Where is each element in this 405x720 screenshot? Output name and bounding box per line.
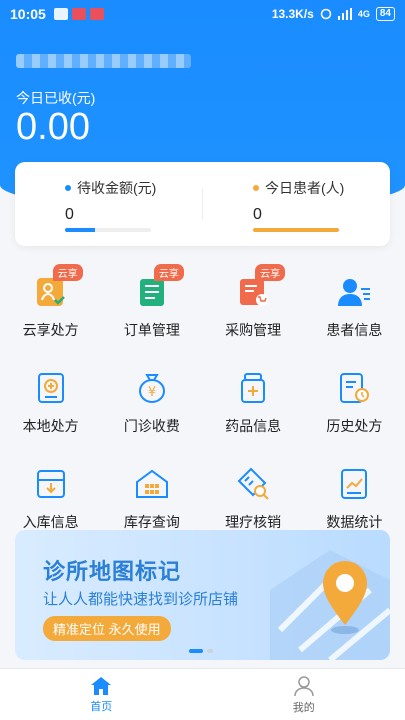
inventory-query-icon xyxy=(135,469,168,498)
carousel-dot[interactable] xyxy=(207,649,213,653)
therapy-writeoff-icon xyxy=(237,467,269,500)
clinic-name-blurred xyxy=(16,54,191,68)
stat-label: 待收金额(元) xyxy=(77,180,157,196)
status-bar: 10:05 13.3K/s 4G 84 xyxy=(0,0,405,28)
tile-label: 库存查询 xyxy=(123,514,180,530)
statistics-icon xyxy=(341,469,368,499)
tile-label: 门诊收费 xyxy=(123,418,180,434)
banner-pill: 精准定位 永久使用 xyxy=(43,616,171,641)
feature-grid: 云享 云享处方 云享 订单管理 云享 采购管理 患者信息 本地处方 ¥ 门诊收费… xyxy=(0,264,405,532)
tile-label: 云享处方 xyxy=(22,322,79,338)
tile-label: 患者信息 xyxy=(326,322,383,338)
tile-label: 历史处方 xyxy=(326,418,383,434)
tile-badge: 云享 xyxy=(153,264,184,281)
carousel-indicator xyxy=(189,649,213,653)
stock-in-icon xyxy=(36,470,65,498)
tile-outpatient-fee[interactable]: ¥ 门诊收费 xyxy=(101,368,202,436)
tile-inventory-query[interactable]: 库存查询 xyxy=(101,464,202,532)
network-type: 4G xyxy=(357,9,370,19)
stat-progress-bar xyxy=(253,228,339,232)
tile-label: 采购管理 xyxy=(225,322,282,338)
status-time: 10:05 xyxy=(10,6,46,22)
tile-purchase-management[interactable]: 云享 采购管理 xyxy=(203,264,304,340)
banner-title: 诊所地图标记 xyxy=(43,559,182,584)
tab-label: 首页 xyxy=(90,700,113,713)
svg-text:¥: ¥ xyxy=(148,385,156,400)
tile-therapy-writeoff[interactable]: 理疗核销 xyxy=(203,464,304,532)
alarm-icon xyxy=(320,8,332,20)
tab-profile[interactable]: 我的 xyxy=(203,669,405,720)
local-prescription-icon xyxy=(37,373,64,403)
tile-label: 数据统计 xyxy=(326,514,383,530)
app-notification-icon xyxy=(71,8,86,20)
outpatient-fee-icon: ¥ xyxy=(138,374,165,403)
notification-icon xyxy=(53,8,68,20)
net-speed: 13.3K/s xyxy=(271,7,314,21)
tile-local-prescription[interactable]: 本地处方 xyxy=(0,368,101,436)
tile-patient-info[interactable]: 患者信息 xyxy=(304,272,405,340)
tile-history-prescription[interactable]: 历史处方 xyxy=(304,368,405,436)
tile-label: 订单管理 xyxy=(123,322,180,338)
history-prescription-icon xyxy=(340,373,370,403)
tile-order-management[interactable]: 云享 订单管理 xyxy=(101,264,202,340)
app-notification-icon xyxy=(89,8,104,20)
tile-badge: 云享 xyxy=(255,264,286,281)
today-received-value: 0.00 xyxy=(16,106,90,148)
map-pin-icon xyxy=(270,550,390,660)
stat-label: 今日患者(人) xyxy=(265,180,345,196)
tile-stock-in[interactable]: 入库信息 xyxy=(0,464,101,532)
tile-label: 入库信息 xyxy=(22,514,79,530)
stat-pending-amount[interactable]: 待收金额(元) 0 xyxy=(15,162,202,246)
tile-label: 药品信息 xyxy=(225,418,282,434)
stat-today-patients[interactable]: 今日患者(人) 0 xyxy=(203,162,390,246)
profile-icon xyxy=(294,675,314,696)
home-icon xyxy=(91,676,112,695)
stat-value: 0 xyxy=(253,206,262,223)
tile-cloud-prescription[interactable]: 云享 云享处方 xyxy=(0,264,101,340)
bottom-tab-bar: 首页 我的 xyxy=(0,668,405,720)
stat-dot xyxy=(65,185,71,191)
tile-label: 理疗核销 xyxy=(225,514,282,530)
tile-statistics[interactable]: 数据统计 xyxy=(304,464,405,532)
tile-label: 本地处方 xyxy=(22,418,79,434)
clinic-map-banner[interactable]: 诊所地图标记 让人人都能快速找到诊所店铺 精准定位 永久使用 xyxy=(15,530,390,660)
stat-value: 0 xyxy=(65,206,74,223)
battery-icon: 84 xyxy=(375,7,395,21)
today-received-label: 今日已收(元) xyxy=(16,90,96,106)
stats-card: 待收金额(元) 0 今日患者(人) 0 xyxy=(15,162,390,246)
tab-label: 我的 xyxy=(292,701,315,714)
signal-icon xyxy=(337,8,352,20)
carousel-dot-active[interactable] xyxy=(189,649,203,653)
stat-progress-bar xyxy=(65,228,151,232)
patient-info-icon xyxy=(338,279,371,306)
stat-dot xyxy=(253,185,259,191)
medicine-info-icon xyxy=(241,373,266,403)
tile-badge: 云享 xyxy=(52,264,83,281)
tab-home[interactable]: 首页 xyxy=(0,669,203,720)
tile-medicine-info[interactable]: 药品信息 xyxy=(203,368,304,436)
banner-subtitle: 让人人都能快速找到诊所店铺 xyxy=(43,591,239,608)
